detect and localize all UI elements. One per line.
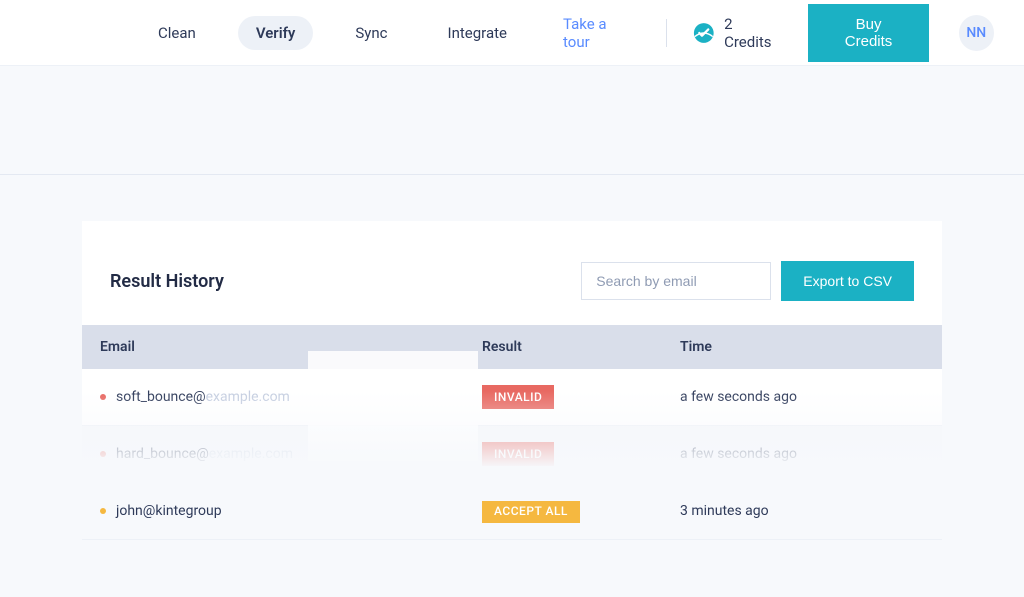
result-badge: INVALID: [482, 442, 554, 466]
credits-area: 2 Credits: [693, 15, 783, 51]
result-history-card: Result History Export to CSV Email Resul…: [82, 221, 942, 501]
top-header: Clean Verify Sync Integrate Take a tour …: [0, 0, 1024, 66]
cell-result: INVALID: [482, 442, 680, 466]
nav-divider: [666, 19, 667, 47]
status-dot-icon: [100, 451, 106, 457]
content-wrap: Result History Export to CSV Email Resul…: [0, 66, 1024, 501]
col-header-time: Time: [680, 339, 942, 355]
user-avatar[interactable]: NN: [959, 15, 994, 51]
email-text: hard_bounce@example.com: [116, 446, 293, 462]
search-input[interactable]: [581, 262, 771, 300]
col-header-email: Email: [82, 339, 482, 355]
separator-line: [0, 174, 1024, 175]
table-row[interactable]: soft_bounce@example.com INVALID a few se…: [82, 369, 942, 426]
card-header: Result History Export to CSV: [82, 261, 942, 301]
status-dot-icon: [100, 508, 106, 514]
nav-item-integrate[interactable]: Integrate: [430, 16, 525, 50]
cell-email: soft_bounce@example.com: [82, 389, 482, 405]
export-csv-button[interactable]: Export to CSV: [781, 261, 914, 301]
results-table: Email Result Time soft_bounce@example.co…: [82, 325, 942, 540]
email-text: john@kintegroup: [116, 503, 222, 519]
table-row[interactable]: john@kintegroup ACCEPT ALL 3 minutes ago: [82, 483, 942, 540]
take-a-tour-link[interactable]: Take a tour: [563, 15, 628, 51]
email-text: soft_bounce@example.com: [116, 389, 290, 405]
cell-result: INVALID: [482, 385, 680, 409]
card-controls: Export to CSV: [581, 261, 914, 301]
cell-email: hard_bounce@example.com: [82, 446, 482, 462]
status-dot-icon: [100, 394, 106, 400]
col-header-result: Result: [482, 339, 680, 355]
cell-result: ACCEPT ALL: [482, 499, 680, 523]
result-badge: INVALID: [482, 385, 554, 409]
cell-time: a few seconds ago: [680, 389, 942, 405]
table-header: Email Result Time: [82, 325, 942, 369]
credits-icon: [693, 22, 715, 44]
main-nav: Clean Verify Sync Integrate Take a tour: [140, 15, 667, 51]
nav-item-verify[interactable]: Verify: [238, 16, 314, 50]
nav-item-clean[interactable]: Clean: [140, 16, 214, 50]
cell-time: 3 minutes ago: [680, 503, 942, 519]
table-row[interactable]: hard_bounce@example.com INVALID a few se…: [82, 426, 942, 483]
card-title: Result History: [110, 271, 224, 292]
nav-item-sync[interactable]: Sync: [337, 16, 405, 50]
buy-credits-button[interactable]: Buy Credits: [808, 4, 928, 62]
result-badge: ACCEPT ALL: [482, 499, 580, 523]
cell-email: john@kintegroup: [82, 503, 482, 519]
credits-count: 2 Credits: [724, 15, 782, 51]
cell-time: a few seconds ago: [680, 446, 942, 462]
